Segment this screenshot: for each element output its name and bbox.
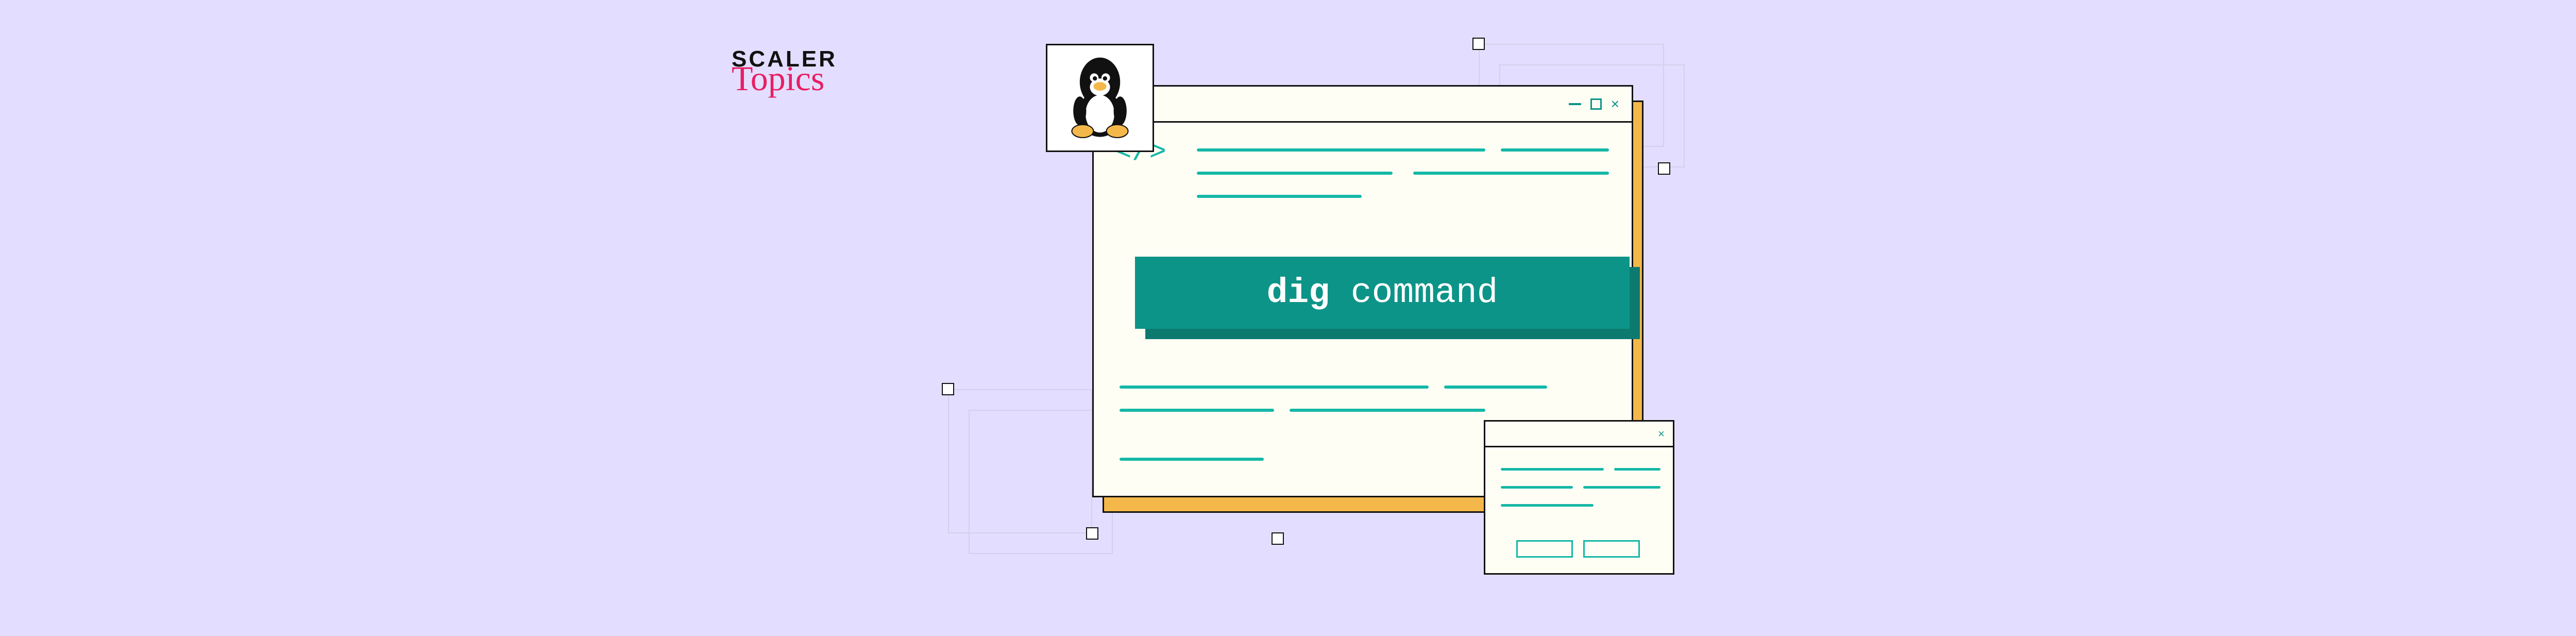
- close-icon: ×: [1658, 427, 1665, 441]
- handle-icon: [942, 383, 954, 395]
- command-box: dig command: [1135, 257, 1630, 329]
- decorative-line: [1501, 504, 1594, 507]
- decorative-line: [1501, 148, 1609, 152]
- decorative-line: [1290, 409, 1485, 412]
- decorative-line: [1583, 486, 1660, 489]
- brand-name-bottom: Topics: [732, 68, 837, 89]
- decorative-line: [1197, 172, 1393, 175]
- handle-icon: [1272, 532, 1284, 545]
- window-titlebar: ×: [1094, 87, 1632, 123]
- mini-button: [1583, 540, 1640, 558]
- decorative-line: [1501, 486, 1573, 489]
- mini-button: [1516, 540, 1573, 558]
- decorative-line: [1444, 386, 1547, 389]
- decorative-line: [1197, 195, 1362, 198]
- decorative-line: [1413, 172, 1609, 175]
- decorative-line: [1120, 386, 1429, 389]
- minimize-icon: [1569, 103, 1581, 105]
- decorative-line: [1197, 148, 1485, 152]
- tux-logo-box: [1046, 44, 1154, 152]
- command-name: dig: [1267, 273, 1330, 313]
- handle-icon: [1086, 527, 1098, 540]
- decorative-line: [1501, 468, 1604, 471]
- mini-window: ×: [1484, 420, 1674, 575]
- decorative-line: [1120, 409, 1274, 412]
- hero-banner: SCALER Topics × </>: [706, 0, 2385, 636]
- command-suffix: command: [1330, 273, 1498, 313]
- handle-icon: [1472, 38, 1485, 50]
- illustration-container: × </> dig command: [948, 49, 1680, 616]
- decorative-line: [1120, 458, 1264, 461]
- decorative-line: [1614, 468, 1660, 471]
- brand-logo: SCALER Topics: [732, 46, 837, 89]
- maximize-icon: [1590, 98, 1602, 110]
- command-text: dig command: [1267, 273, 1498, 313]
- mini-titlebar: ×: [1485, 422, 1673, 447]
- handle-icon: [1658, 162, 1670, 175]
- close-icon: ×: [1611, 96, 1619, 112]
- tux-penguin-icon: [1064, 54, 1136, 142]
